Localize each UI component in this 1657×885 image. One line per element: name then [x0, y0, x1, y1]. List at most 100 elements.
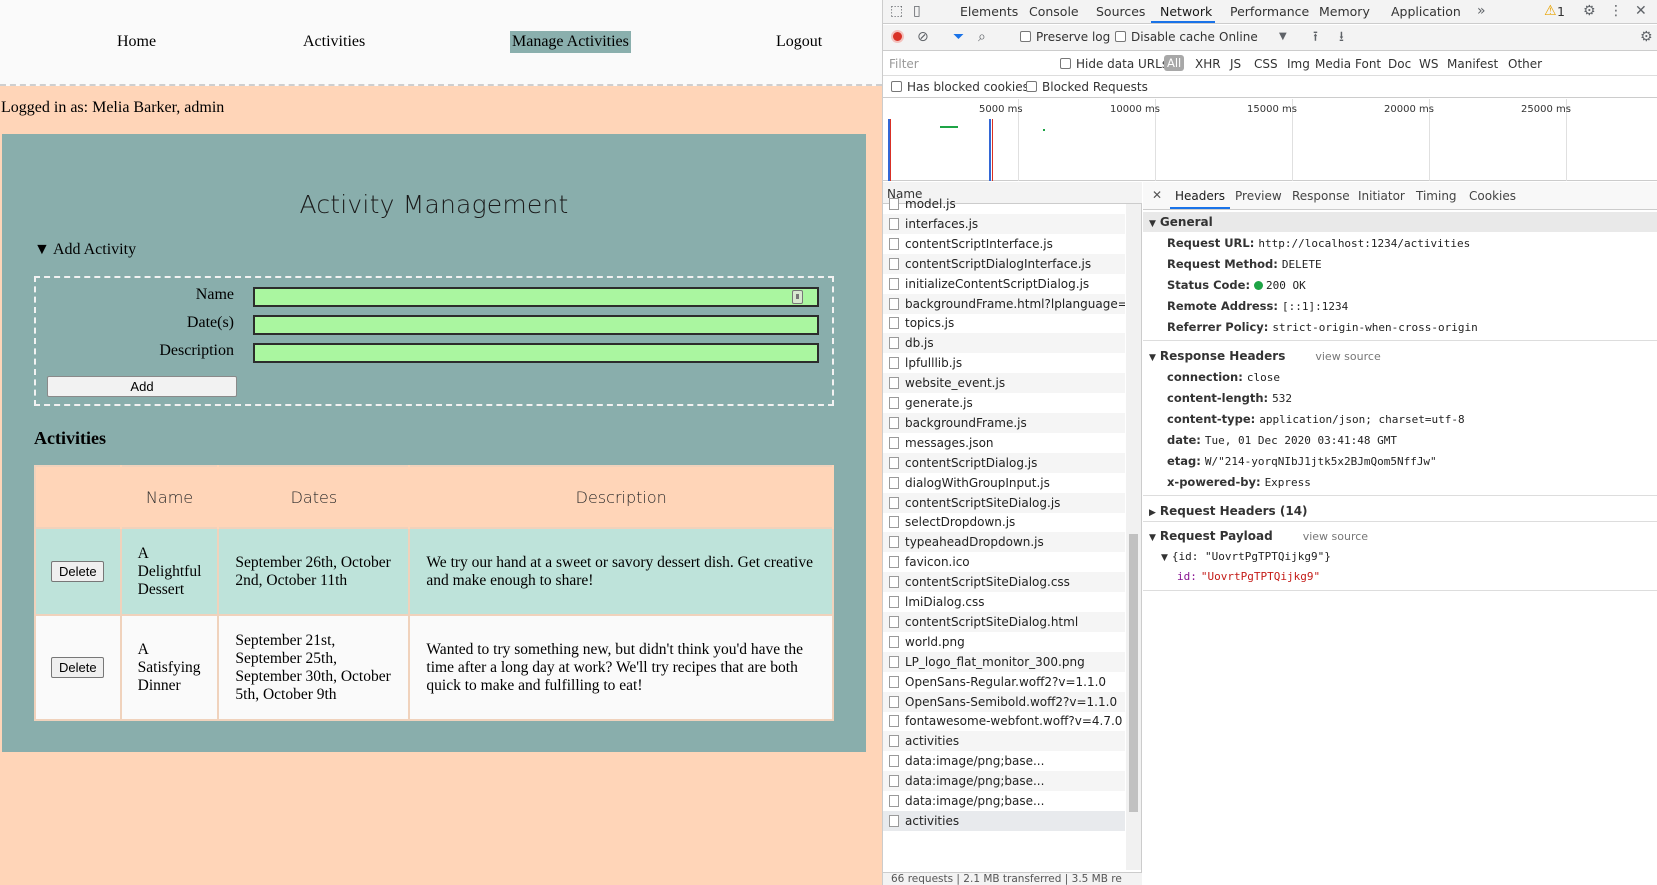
request-row[interactable]: OpenSans-Semibold.woff2?v=1.1.0 — [883, 691, 1125, 712]
tab-network[interactable]: Network — [1160, 4, 1212, 19]
checkbox-icon[interactable] — [1026, 81, 1037, 92]
request-row[interactable]: fontawesome-webfont.woff?v=4.7.0 — [883, 711, 1125, 731]
close-icon[interactable]: ✕ — [1635, 3, 1647, 19]
filter-type-manifest[interactable]: Manifest — [1447, 57, 1498, 71]
request-row[interactable]: contentScriptSiteDialog.js — [883, 492, 1125, 513]
filter-type-all[interactable]: All — [1164, 55, 1185, 71]
filter-type-media[interactable]: Media — [1315, 57, 1351, 71]
request-list-scrollbar[interactable] — [1126, 204, 1141, 870]
filter-type-css[interactable]: CSS — [1254, 57, 1278, 71]
add-button[interactable]: Add — [47, 376, 237, 397]
add-activity-toggle[interactable]: ▼ Add Activity — [34, 241, 136, 259]
tab-application[interactable]: Application — [1391, 4, 1461, 19]
filter-type-js[interactable]: JS — [1230, 57, 1241, 71]
checkbox-icon[interactable] — [1115, 31, 1126, 42]
filter-type-xhr[interactable]: XHR — [1195, 57, 1221, 71]
blocked-requests-checkbox[interactable]: Blocked Requests — [1026, 80, 1148, 94]
filter-type-other[interactable]: Other — [1508, 57, 1542, 71]
filter-type-font[interactable]: Font — [1355, 57, 1381, 71]
tab-initiator[interactable]: Initiator — [1358, 189, 1405, 203]
inspect-element-icon[interactable]: ⬚ — [890, 3, 903, 19]
payload-object-row[interactable]: ▼ {id: "UovrtPgTPTQijkg9"} — [1161, 548, 1331, 566]
request-row[interactable]: LP_logo_flat_monitor_300.png — [883, 651, 1125, 672]
checkbox-icon[interactable] — [1020, 31, 1031, 42]
request-row[interactable]: model.js — [883, 194, 1125, 214]
request-row[interactable]: lmiDialog.css — [883, 592, 1125, 612]
description-input[interactable] — [253, 343, 819, 363]
general-section-header[interactable]: ▼ General — [1143, 212, 1657, 232]
request-row[interactable]: interfaces.js — [883, 213, 1125, 234]
settings-icon[interactable]: ⚙ — [1583, 3, 1596, 19]
tab-preview[interactable]: Preview — [1235, 189, 1282, 203]
chevron-down-icon[interactable]: ▼ — [1279, 29, 1287, 45]
preserve-log-checkbox[interactable]: Preserve log — [1020, 30, 1110, 44]
tab-elements[interactable]: Elements — [960, 4, 1018, 19]
request-row[interactable]: website_event.js — [883, 373, 1125, 394]
tab-memory[interactable]: Memory — [1319, 4, 1370, 19]
network-settings-icon[interactable]: ⚙ — [1640, 29, 1653, 45]
request-row[interactable]: db.js — [883, 333, 1125, 354]
filter-type-doc[interactable]: Doc — [1388, 57, 1411, 71]
request-row[interactable]: contentScriptInterface.js — [883, 234, 1125, 254]
request-row[interactable]: activities — [883, 731, 1125, 752]
tab-console[interactable]: Console — [1029, 4, 1079, 19]
request-row[interactable]: generate.js — [883, 393, 1125, 413]
nav-logout-link[interactable]: Logout — [776, 31, 822, 53]
view-source-link[interactable]: view source — [1315, 350, 1380, 363]
import-har-icon[interactable]: ⭱ — [1313, 29, 1318, 45]
throttle-select[interactable]: Online — [1219, 30, 1258, 44]
request-row[interactable]: typeaheadDropdown.js — [883, 532, 1125, 553]
record-icon[interactable] — [891, 30, 904, 43]
checkbox-icon[interactable] — [1060, 58, 1071, 69]
request-row[interactable]: OpenSans-Regular.woff2?v=1.1.0 — [883, 672, 1125, 692]
export-har-icon[interactable]: ⭳ — [1339, 29, 1344, 45]
request-row[interactable]: contentScriptSiteDialog.css — [883, 572, 1125, 593]
close-icon[interactable]: ✕ — [1152, 188, 1162, 202]
filter-type-ws[interactable]: WS — [1419, 57, 1438, 71]
has-blocked-cookies-checkbox[interactable]: Has blocked cookies — [891, 80, 1029, 94]
more-tabs-icon[interactable]: » — [1477, 3, 1486, 19]
warning-icon[interactable]: ⚠ — [1544, 3, 1557, 19]
request-headers-section-header[interactable]: ▶ Request Headers (14) — [1143, 501, 1657, 521]
search-icon[interactable]: ⌕ — [978, 29, 986, 45]
scrollbar-thumb[interactable] — [1129, 534, 1138, 812]
request-row[interactable]: lpfulllib.js — [883, 353, 1125, 373]
request-row[interactable]: world.png — [883, 632, 1125, 652]
request-row[interactable]: contentScriptDialog.js — [883, 452, 1125, 473]
request-row[interactable]: favicon.ico — [883, 552, 1125, 572]
tab-timing[interactable]: Timing — [1416, 189, 1457, 203]
nav-manage-activities-link[interactable]: Manage Activities — [510, 31, 631, 53]
filter-type-img[interactable]: Img — [1287, 57, 1310, 71]
view-source-link[interactable]: view source — [1303, 530, 1368, 543]
clear-icon[interactable]: ⊘ — [917, 29, 929, 45]
request-row[interactable]: topics.js — [883, 313, 1125, 333]
request-row[interactable]: data:image/png;base... — [883, 751, 1125, 771]
filter-input[interactable]: Filter — [889, 57, 1029, 71]
checkbox-icon[interactable] — [891, 81, 902, 92]
disable-cache-checkbox[interactable]: Disable cache — [1115, 30, 1215, 44]
dates-input[interactable] — [253, 315, 819, 335]
device-toolbar-icon[interactable]: ▯ — [913, 3, 921, 19]
name-input[interactable] — [253, 287, 819, 307]
hide-data-urls-checkbox[interactable]: Hide data URLs — [1060, 57, 1168, 71]
network-overview-timeline[interactable]: 5000 ms 10000 ms 15000 ms 20000 ms 25000… — [883, 99, 1657, 181]
request-row[interactable]: initializeContentScriptDialog.js — [883, 274, 1125, 294]
request-row[interactable]: contentScriptDialogInterface.js — [883, 253, 1125, 274]
request-row[interactable]: messages.json — [883, 433, 1125, 453]
delete-button[interactable]: Delete — [51, 657, 105, 678]
tab-performance[interactable]: Performance — [1230, 4, 1309, 19]
filter-icon[interactable]: ⏷ — [953, 29, 964, 45]
request-row[interactable]: activities — [883, 810, 1125, 831]
tab-headers[interactable]: Headers — [1175, 189, 1225, 203]
request-payload-section-header[interactable]: ▼ Request Payload view source — [1143, 526, 1657, 546]
nav-home-link[interactable]: Home — [117, 31, 156, 53]
nav-activities-link[interactable]: Activities — [303, 31, 365, 53]
request-row[interactable]: backgroundFrame.js — [883, 412, 1125, 433]
request-row[interactable]: data:image/png;base... — [883, 791, 1125, 811]
tab-cookies[interactable]: Cookies — [1469, 189, 1516, 203]
request-row[interactable]: backgroundFrame.html?lplanguage=en_U — [883, 293, 1125, 314]
tab-response[interactable]: Response — [1292, 189, 1350, 203]
tab-sources[interactable]: Sources — [1096, 4, 1145, 19]
request-row[interactable]: contentScriptSiteDialog.html — [883, 611, 1125, 632]
request-row[interactable]: dialogWithGroupInput.js — [883, 473, 1125, 493]
